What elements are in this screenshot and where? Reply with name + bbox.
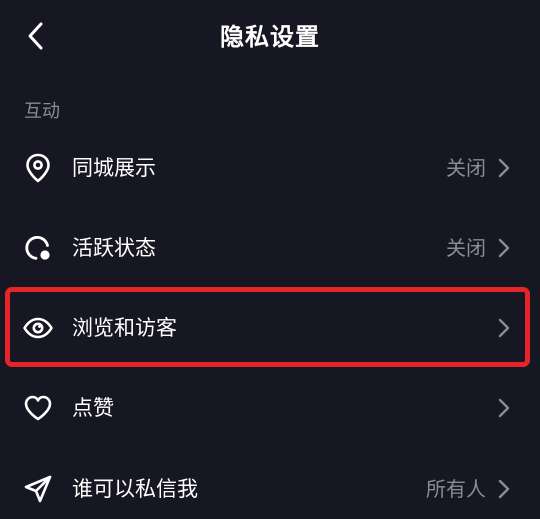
chevron-right-icon xyxy=(492,396,516,420)
active-status-icon xyxy=(22,232,54,264)
heart-icon xyxy=(22,392,54,424)
send-icon xyxy=(22,473,54,505)
setting-row-active-status[interactable]: 活跃状态 关闭 xyxy=(0,208,540,288)
eye-icon xyxy=(22,312,54,344)
setting-value: 所有人 xyxy=(426,477,486,501)
setting-value: 关闭 xyxy=(446,236,486,260)
setting-row-views-and-visitors[interactable]: 浏览和访客 xyxy=(0,288,540,368)
page-title: 隐私设置 xyxy=(220,23,320,51)
chevron-right-icon xyxy=(492,156,516,180)
setting-row-likes[interactable]: 点赞 xyxy=(0,368,540,448)
chevron-right-icon xyxy=(492,236,516,260)
setting-label: 同城展示 xyxy=(72,156,156,180)
setting-value: 关闭 xyxy=(446,156,486,180)
setting-label: 点赞 xyxy=(72,396,114,420)
chevron-right-icon xyxy=(492,316,516,340)
setting-label: 谁可以私信我 xyxy=(72,477,198,501)
setting-label: 活跃状态 xyxy=(72,236,156,260)
setting-row-who-can-message[interactable]: 谁可以私信我 所有人 xyxy=(0,449,540,519)
setting-row-local-display[interactable]: 同城展示 关闭 xyxy=(0,128,540,208)
chevron-right-icon xyxy=(492,477,516,501)
section-label-interaction: 互动 xyxy=(24,101,60,122)
location-pin-icon xyxy=(22,152,54,184)
setting-label: 浏览和访客 xyxy=(72,316,177,340)
header-bar: 隐私设置 xyxy=(0,0,540,72)
